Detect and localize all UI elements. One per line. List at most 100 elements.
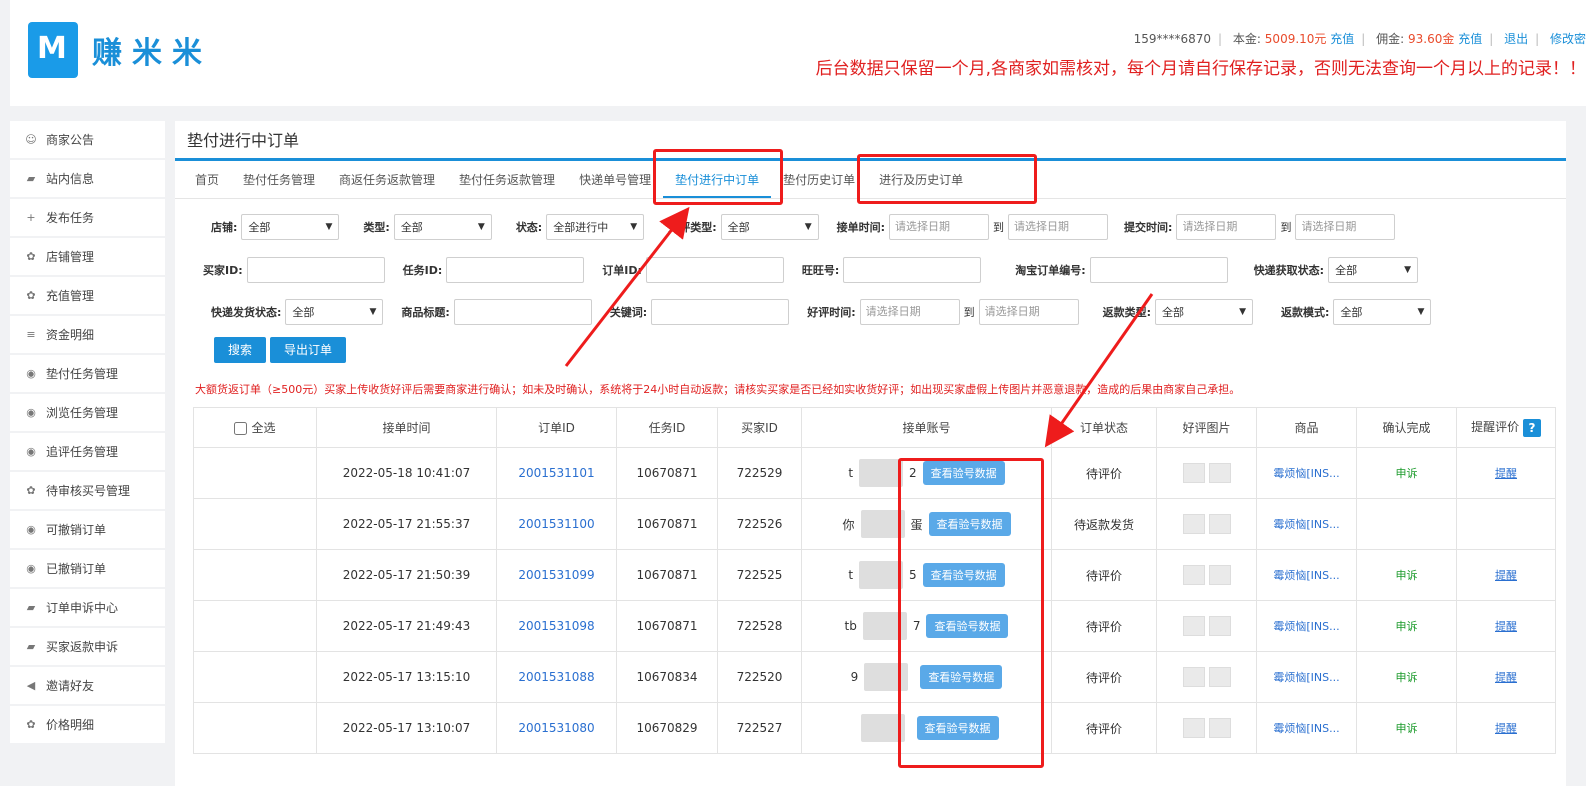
- image-placeholder-icon[interactable]: [1182, 514, 1205, 534]
- view-verification-button[interactable]: 查看验号数据: [916, 716, 999, 740]
- appeal-link[interactable]: 申诉: [1356, 702, 1457, 754]
- sidebar-item[interactable]: ▰ 站内信息: [10, 160, 165, 197]
- view-verification-button[interactable]: 查看验号数据: [928, 512, 1011, 536]
- recharge-principal-link[interactable]: 充值: [1330, 32, 1354, 46]
- product-title-input[interactable]: [453, 299, 592, 325]
- shop-select[interactable]: 全部 ▼: [241, 214, 340, 240]
- product-link[interactable]: 霉烦恼[INS...: [1256, 651, 1357, 703]
- tab-item[interactable]: 垫付历史订单: [771, 161, 867, 198]
- view-verification-button[interactable]: 查看验号数据: [922, 461, 1005, 485]
- sidebar-item[interactable]: ≡ 资金明细: [10, 316, 165, 353]
- review-time-end-input[interactable]: [978, 299, 1079, 325]
- accept-time-end-input[interactable]: [1008, 214, 1109, 240]
- refund-type-select[interactable]: 全部 ▼: [1155, 299, 1254, 325]
- view-verification-button[interactable]: 查看验号数据: [922, 563, 1005, 587]
- image-placeholder-icon[interactable]: [1182, 565, 1205, 585]
- type-select[interactable]: 全部 ▼: [393, 214, 492, 240]
- review-time-start-input[interactable]: [859, 299, 960, 325]
- express-ship-select[interactable]: 全部 ▼: [285, 299, 384, 325]
- image-placeholder-icon[interactable]: [1208, 514, 1231, 534]
- sidebar-item[interactable]: ◉ 追评任务管理: [10, 433, 165, 470]
- taobao-order-input[interactable]: [1089, 257, 1228, 283]
- recharge-commission-link[interactable]: 充值: [1458, 32, 1482, 46]
- database-icon: ≡: [26, 328, 36, 341]
- remind-link[interactable]: 提醒: [1456, 549, 1556, 601]
- image-placeholder-icon[interactable]: [1182, 463, 1205, 483]
- appeal-link[interactable]: 申诉: [1356, 651, 1457, 703]
- buyer-id-input[interactable]: [246, 257, 385, 283]
- product-link[interactable]: 霉烦恼[INS...: [1256, 447, 1357, 499]
- image-placeholder-icon[interactable]: [1208, 667, 1231, 687]
- order-id-link[interactable]: 2001531101: [496, 447, 617, 499]
- sidebar-item[interactable]: ▰ 买家返款申诉: [10, 628, 165, 665]
- view-verification-button[interactable]: 查看验号数据: [920, 665, 1003, 689]
- sidebar-item[interactable]: ✿ 充值管理: [10, 277, 165, 314]
- brand-logo[interactable]: 赚米米: [28, 22, 212, 78]
- tab-item[interactable]: 进行及历史订单: [867, 161, 975, 198]
- remind-link[interactable]: [1456, 498, 1556, 550]
- image-placeholder-icon[interactable]: [1182, 616, 1205, 636]
- sidebar-item[interactable]: ◉ 可撤销订单: [10, 511, 165, 548]
- plus-icon: +: [26, 211, 36, 224]
- sidebar-item[interactable]: ✿ 店铺管理: [10, 238, 165, 275]
- sidebar-item[interactable]: ☺ 商家公告: [10, 121, 165, 158]
- order-id-link[interactable]: 2001531099: [496, 549, 617, 601]
- search-button[interactable]: 搜索: [214, 337, 267, 363]
- order-id-link[interactable]: 2001531100: [496, 498, 617, 550]
- tab-item[interactable]: 垫付进行中订单: [663, 161, 772, 198]
- task-id-input[interactable]: [446, 257, 585, 283]
- order-id-link[interactable]: 2001531080: [496, 702, 617, 754]
- appeal-link[interactable]: 申诉: [1356, 600, 1457, 652]
- sidebar-nav: ☺ 商家公告 ▰ 站内信息 + 发布任务 ✿ 店铺管理 ✿ 充值管理 ≡ 资金明细 ◉ 垫付任务管理 ◉ 浏览…: [10, 121, 165, 745]
- image-placeholder-icon[interactable]: [1182, 718, 1205, 738]
- image-placeholder-icon[interactable]: [1208, 616, 1231, 636]
- express-get-select[interactable]: 全部 ▼: [1328, 257, 1419, 283]
- tab-item[interactable]: 快递单号管理: [567, 161, 663, 198]
- product-link[interactable]: 霉烦恼[INS...: [1256, 498, 1357, 550]
- image-placeholder-icon[interactable]: [1208, 565, 1231, 585]
- accept-time-start-input[interactable]: [889, 214, 990, 240]
- account-prefix: 你: [842, 517, 855, 532]
- tab-item[interactable]: 垫付任务返款管理: [447, 161, 567, 198]
- appeal-link[interactable]: [1356, 498, 1457, 550]
- product-link[interactable]: 霉烦恼[INS...: [1256, 702, 1357, 754]
- export-orders-button[interactable]: 导出订单: [270, 337, 347, 363]
- refund-mode-select[interactable]: 全部 ▼: [1333, 299, 1432, 325]
- sidebar-item[interactable]: ◉ 浏览任务管理: [10, 394, 165, 431]
- product-link[interactable]: 霉烦恼[INS...: [1256, 549, 1357, 601]
- tab-item[interactable]: 垫付任务管理: [231, 161, 327, 198]
- remind-link[interactable]: 提醒: [1456, 651, 1556, 703]
- remind-link[interactable]: 提醒: [1456, 447, 1556, 499]
- sidebar-item[interactable]: ◉ 垫付任务管理: [10, 355, 165, 392]
- appeal-link[interactable]: 申诉: [1356, 549, 1457, 601]
- help-icon[interactable]: ?: [1522, 418, 1541, 437]
- modify-password-link[interactable]: 修改密: [1550, 32, 1586, 46]
- appeal-link[interactable]: 申诉: [1356, 447, 1457, 499]
- sidebar-item[interactable]: ✿ 价格明细: [10, 706, 165, 743]
- sidebar-item[interactable]: ✿ 待审核买号管理: [10, 472, 165, 509]
- image-placeholder-icon[interactable]: [1182, 667, 1205, 687]
- logout-link[interactable]: 退出: [1504, 32, 1528, 46]
- submit-time-start-input[interactable]: [1176, 214, 1277, 240]
- sidebar-item[interactable]: + 发布任务: [10, 199, 165, 236]
- image-placeholder-icon[interactable]: [1208, 718, 1231, 738]
- view-verification-button[interactable]: 查看验号数据: [926, 614, 1009, 638]
- tab-item[interactable]: 首页: [183, 161, 231, 198]
- image-placeholder-icon[interactable]: [1208, 463, 1231, 483]
- order-id-link[interactable]: 2001531098: [496, 600, 617, 652]
- order-id-input[interactable]: [645, 257, 784, 283]
- sidebar-item[interactable]: ◀ 邀请好友: [10, 667, 165, 704]
- order-id-link[interactable]: 2001531088: [496, 651, 617, 703]
- wangwang-input[interactable]: [843, 257, 982, 283]
- tab-item[interactable]: 商返任务返款管理: [327, 161, 447, 198]
- remind-link[interactable]: 提醒: [1456, 600, 1556, 652]
- product-link[interactable]: 霉烦恼[INS...: [1256, 600, 1357, 652]
- remind-link[interactable]: 提醒: [1456, 702, 1556, 754]
- submit-time-end-input[interactable]: [1295, 214, 1396, 240]
- keyword-input[interactable]: [651, 299, 790, 325]
- sidebar-item[interactable]: ◉ 已撤销订单: [10, 550, 165, 587]
- sidebar-item[interactable]: ▰ 订单申诉中心: [10, 589, 165, 626]
- select-all-checkbox[interactable]: 全选: [234, 421, 276, 435]
- status-select[interactable]: 全部进行中 ▼: [546, 214, 645, 240]
- review-type-select[interactable]: 全部 ▼: [720, 214, 819, 240]
